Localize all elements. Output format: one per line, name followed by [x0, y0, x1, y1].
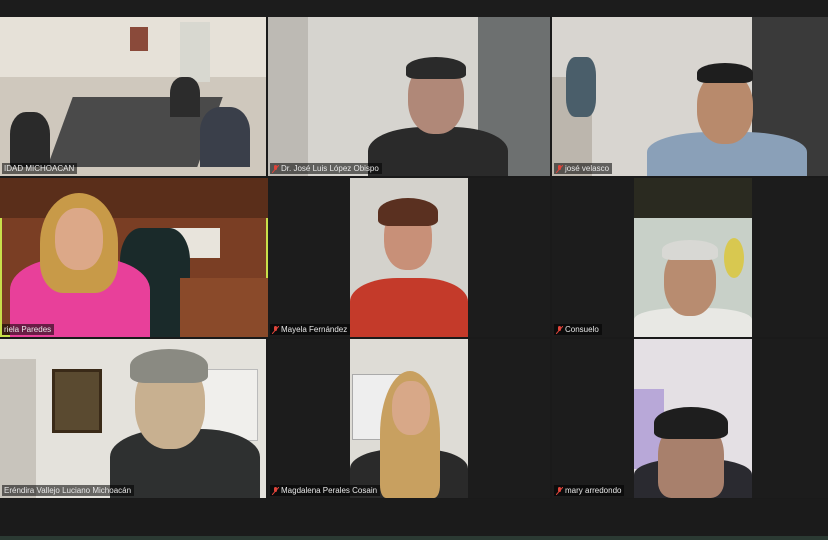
video-tile-8[interactable]: Magdalena Perales Cosain: [268, 339, 550, 498]
bottom-bar: [0, 499, 828, 540]
video-tile-6[interactable]: Consuelo: [552, 178, 828, 337]
video-tile-9[interactable]: mary arredondo: [552, 339, 828, 498]
top-bar: [0, 0, 828, 17]
microphone-muted-icon: [272, 164, 279, 173]
video-tile-1[interactable]: IDAD MICHOACAN: [0, 17, 266, 176]
video-feed: [634, 178, 752, 337]
participant-name-label: Mayela Fernández: [270, 324, 351, 335]
participant-name-label: josé velasco: [554, 163, 613, 174]
microphone-muted-icon: [556, 164, 563, 173]
microphone-muted-icon: [272, 486, 279, 495]
microphone-muted-icon: [272, 325, 279, 334]
video-tile-2[interactable]: Dr. José Luis López Obispo: [268, 17, 550, 176]
participant-name-label: Eréndira Vallejo Luciano Michoacán: [2, 485, 135, 496]
video-tile-4[interactable]: riela Paredes: [0, 178, 268, 337]
microphone-muted-icon: [556, 325, 563, 334]
bottom-strip: [0, 536, 828, 540]
video-tile-7[interactable]: Eréndira Vallejo Luciano Michoacán: [0, 339, 266, 498]
participant-name-label: IDAD MICHOACAN: [2, 163, 78, 174]
video-tile-3[interactable]: josé velasco: [552, 17, 828, 176]
participant-name-label: Dr. José Luis López Obispo: [270, 163, 382, 174]
video-feed: [350, 339, 468, 498]
participant-name-label: Magdalena Perales Cosain: [270, 485, 381, 496]
video-feed: [350, 178, 468, 337]
participant-name-label: riela Paredes: [2, 324, 55, 335]
video-tile-5[interactable]: Mayela Fernández: [268, 178, 550, 337]
participant-name-label: Consuelo: [554, 324, 602, 335]
microphone-muted-icon: [556, 486, 563, 495]
participant-name-label: mary arredondo: [554, 485, 625, 496]
video-feed: [634, 339, 752, 498]
